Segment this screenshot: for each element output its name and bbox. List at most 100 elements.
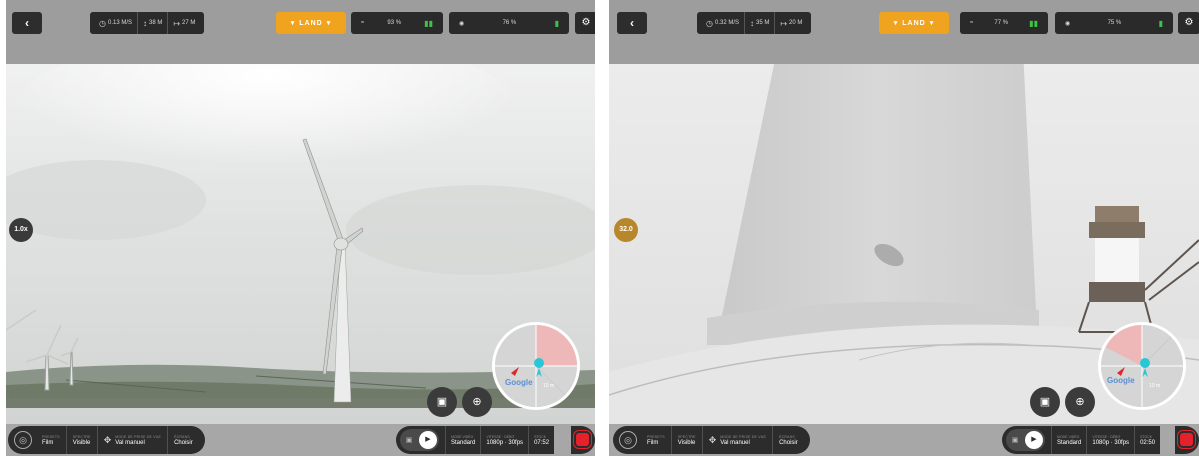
gear-icon: ⚙: [581, 17, 591, 28]
overlay-value: Choisir: [779, 439, 798, 446]
preset-value: Film: [647, 439, 659, 446]
resolution-selector[interactable]: VITESSE · DÉBIT 1080p · 30fps: [480, 426, 528, 454]
minimap-view: Google 10 m: [1101, 325, 1183, 407]
battery-status[interactable]: ◉ 75 % ▮: [1055, 12, 1173, 34]
minimap[interactable]: Google 10 m: [1098, 322, 1186, 410]
land-label: LAND: [902, 19, 926, 27]
altitude-icon: ↕: [143, 18, 147, 28]
top-bar: ‹ ◷ 0.32 M/S ↕ 35 M ↦ 20 M ▾ LAND ▾ ≈ 77 % ▮▮…: [609, 0, 1199, 64]
overlay-label: ÉCRANS: [174, 434, 190, 439]
battery-value: 75 %: [1107, 20, 1122, 26]
mode-label: MODE DE PRISE DE VUE: [115, 434, 162, 439]
altitude-icon: ↕: [750, 18, 754, 28]
target-icon: ⊕: [1075, 396, 1085, 408]
resolution-label: VITESSE · DÉBIT: [486, 434, 515, 439]
zoom-level-badge[interactable]: 1.0x: [9, 218, 33, 242]
battery-status[interactable]: ◉ 76 % ▮: [449, 12, 569, 34]
settings-button[interactable]: ⚙: [1178, 12, 1199, 34]
back-arrow-icon: ‹: [25, 16, 29, 30]
video-mode-label: MODE VIDÉO: [451, 434, 474, 439]
shooting-mode-selector[interactable]: ✥ MODE DE PRISE DE VUE Val manuel: [703, 426, 774, 454]
telemetry-readout: ◷ 0.32 M/S ↕ 35 M ↦ 20 M: [697, 12, 812, 34]
spectrum-selector[interactable]: SPECTRE Visible: [672, 426, 703, 454]
move-icon: ✥: [708, 434, 717, 445]
overlay-label: ÉCRANS: [779, 434, 795, 439]
capture-settings-group: ▣ ▶ MODE VIDÉO Standard VITESSE · DÉBIT …: [396, 426, 555, 454]
distance-value: 20 M: [789, 20, 803, 26]
land-button[interactable]: ▾ LAND ▾: [879, 12, 949, 34]
record-button[interactable]: [571, 426, 595, 454]
record-icon: [576, 433, 589, 446]
spectrum-label: SPECTRE: [72, 434, 91, 439]
photo-icon: ▣: [1011, 437, 1019, 444]
video-icon: ▶: [419, 431, 437, 449]
land-button[interactable]: ▾ LAND ▾: [276, 12, 346, 34]
bottom-bar: ◎ PRESETS Film SPECTRE Visible ✥ MODE DE…: [6, 424, 595, 456]
map-scale: 10 m: [543, 383, 554, 389]
overlay-selector[interactable]: ÉCRANS Choisir: [773, 426, 804, 454]
storage-time-readout: STOCK 07:52: [528, 426, 554, 454]
link-status[interactable]: ≈ 93 % ▮▮: [351, 12, 443, 34]
photo-capture-button[interactable]: ▣: [427, 387, 457, 417]
video-mode-label: MODE VIDÉO: [1057, 434, 1080, 439]
spectrum-selector[interactable]: SPECTRE Visible: [67, 426, 98, 454]
preset-selector[interactable]: PRESETS Film: [36, 426, 67, 454]
speed-icon: ◷: [706, 18, 713, 28]
camera-icon: ▣: [1039, 396, 1051, 408]
record-button[interactable]: [1175, 426, 1199, 454]
chevron-down-icon: ▾: [929, 20, 935, 27]
preset-selector[interactable]: PRESETS Film: [641, 426, 672, 454]
overlay-selector[interactable]: ÉCRANS Choisir: [168, 426, 199, 454]
preset-label: PRESETS: [647, 434, 665, 439]
map-scale: 10 m: [1149, 383, 1160, 389]
resolution-label: VITESSE · DÉBIT: [1092, 434, 1121, 439]
move-icon: ✥: [103, 434, 112, 445]
camera-settings-group: ◎ PRESETS Film SPECTRE Visible ✥ MODE DE…: [613, 426, 810, 454]
speed-readout: ◷ 0.32 M/S: [701, 12, 745, 34]
photo-capture-button[interactable]: ▣: [1030, 387, 1060, 417]
link-status[interactable]: ≈ 77 % ▮▮: [960, 12, 1048, 34]
back-button[interactable]: ‹: [12, 12, 42, 34]
overlay-value: Choisir: [174, 439, 193, 446]
eye-icon: ◉: [1065, 20, 1071, 27]
spectrum-value: Visible: [677, 439, 696, 446]
eye-icon: ◉: [459, 20, 465, 27]
preset-label: PRESETS: [42, 434, 60, 439]
distance-value: 27 M: [182, 20, 196, 26]
storage-value: 07:52: [534, 439, 550, 446]
preset-value: Film: [42, 439, 54, 446]
minimap[interactable]: Google 10 m: [492, 322, 580, 410]
speed-readout: ◷ 0.13 M/S: [94, 12, 138, 34]
bottom-bar: ◎ PRESETS Film SPECTRE Visible ✥ MODE DE…: [609, 424, 1199, 456]
gear-icon: ⚙: [1184, 17, 1194, 28]
drone-view-left: ‹ ◷ 0.13 M/S ↕ 38 M ↦ 27 M ▾ LAND ▾ ≈ 93 % ▮▮…: [6, 0, 595, 456]
spectrum-value: Visible: [72, 439, 91, 446]
link-value: 77 %: [994, 20, 1009, 26]
mode-value: Val manuel: [115, 439, 145, 446]
video-mode-selector[interactable]: MODE VIDÉO Standard: [1051, 426, 1086, 454]
altitude-value: 38 M: [149, 20, 163, 26]
video-mode-value: Standard: [1057, 439, 1082, 446]
wifi-icon: ▮▮: [424, 18, 433, 28]
center-target-button[interactable]: ⊕: [1065, 387, 1095, 417]
center-target-button[interactable]: ⊕: [462, 387, 492, 417]
back-arrow-icon: ‹: [630, 16, 634, 30]
settings-button[interactable]: ⚙: [575, 12, 595, 34]
back-button[interactable]: ‹: [617, 12, 647, 34]
record-icon: [1180, 433, 1193, 446]
speed-value: 0.32 M/S: [714, 20, 739, 26]
photo-video-toggle[interactable]: ▣ ▶: [1006, 429, 1045, 451]
zoom-level-badge[interactable]: 32.0: [614, 218, 638, 242]
resolution-selector[interactable]: VITESSE · DÉBIT 1080p · 30fps: [1086, 426, 1134, 454]
telemetry-readout: ◷ 0.13 M/S ↕ 38 M ↦ 27 M: [90, 12, 205, 34]
capture-settings-group: ▣ ▶ MODE VIDÉO Standard VITESSE · DÉBIT …: [1002, 426, 1161, 454]
video-mode-selector[interactable]: MODE VIDÉO Standard: [445, 426, 480, 454]
signal-icon: ≈: [970, 20, 974, 26]
distance-icon: ↦: [780, 18, 788, 28]
distance-readout: ↦ 20 M: [775, 12, 807, 34]
film-icon: ◎: [14, 431, 32, 449]
speed-icon: ◷: [99, 18, 106, 28]
shooting-mode-selector[interactable]: ✥ MODE DE PRISE DE VUE Val manuel: [98, 426, 169, 454]
photo-video-toggle[interactable]: ▣ ▶: [400, 429, 439, 451]
altitude-readout: ↕ 35 M: [745, 12, 776, 34]
